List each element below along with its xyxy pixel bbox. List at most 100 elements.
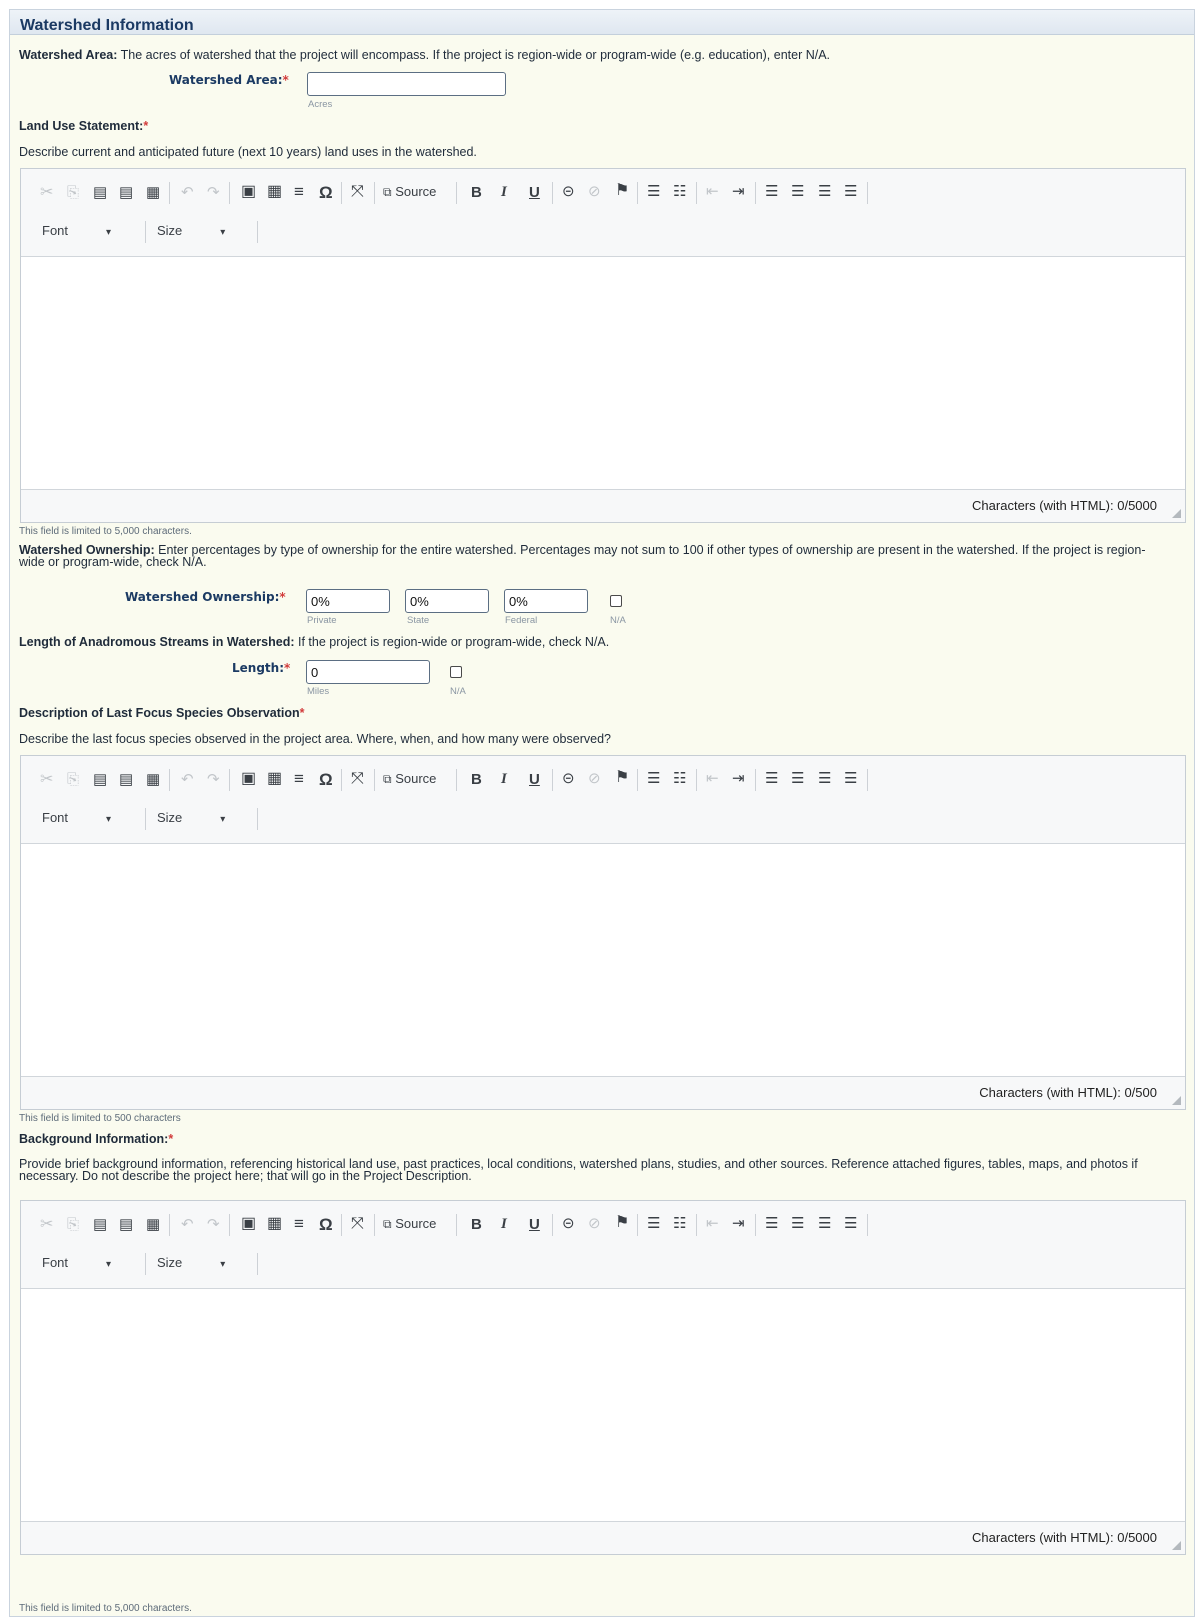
focus-species-title: Description of Last Focus Species Observ… bbox=[19, 706, 305, 720]
justify-icon[interactable]: ☰ bbox=[844, 1216, 857, 1231]
outdent-icon[interactable]: ⇤ bbox=[706, 184, 719, 199]
cut-icon[interactable]: ✂ bbox=[40, 185, 53, 201]
align-center-icon[interactable]: ☰ bbox=[791, 771, 804, 786]
underline-button[interactable]: U bbox=[529, 772, 540, 787]
stream-length-input[interactable] bbox=[306, 660, 430, 684]
bold-button[interactable]: B bbox=[471, 185, 482, 200]
source-button[interactable]: ⧉ Source bbox=[383, 185, 436, 198]
paste-text-icon[interactable]: ▤ bbox=[119, 772, 133, 787]
unlink-icon[interactable]: ⊘ bbox=[588, 184, 601, 199]
unlink-icon[interactable]: ⊘ bbox=[588, 1216, 601, 1231]
justify-icon[interactable]: ☰ bbox=[844, 184, 857, 199]
paste-word-icon[interactable]: ▦ bbox=[146, 772, 160, 787]
indent-icon[interactable]: ⇥ bbox=[732, 184, 745, 199]
redo-icon[interactable]: ↷ bbox=[207, 185, 220, 200]
source-button[interactable]: ⧉ Source bbox=[383, 1217, 436, 1230]
maximize-icon[interactable]: ⤧ bbox=[351, 771, 364, 787]
image-icon[interactable]: ▣ bbox=[241, 184, 256, 200]
special-char-icon[interactable]: Ω bbox=[319, 771, 333, 788]
image-icon[interactable]: ▣ bbox=[241, 771, 256, 787]
horizontal-rule-icon[interactable]: ≡ bbox=[294, 183, 304, 200]
align-right-icon[interactable]: ☰ bbox=[818, 1216, 831, 1231]
toolbar-separator bbox=[169, 1214, 170, 1236]
maximize-icon[interactable]: ⤧ bbox=[351, 184, 364, 200]
indent-icon[interactable]: ⇥ bbox=[732, 1216, 745, 1231]
cut-icon[interactable]: ✂ bbox=[40, 772, 53, 788]
table-icon[interactable]: ▦ bbox=[267, 1216, 282, 1232]
unlink-icon[interactable]: ⊘ bbox=[588, 771, 601, 786]
ownership-na-checkbox[interactable] bbox=[610, 595, 622, 607]
redo-icon[interactable]: ↷ bbox=[207, 772, 220, 787]
paste-icon[interactable]: ▤ bbox=[93, 772, 107, 787]
horizontal-rule-icon[interactable]: ≡ bbox=[294, 1215, 304, 1232]
federal-ownership-input[interactable] bbox=[504, 589, 588, 613]
special-char-icon[interactable]: Ω bbox=[319, 1216, 333, 1233]
copy-icon[interactable]: ⎘ bbox=[67, 185, 79, 200]
numbered-list-icon[interactable]: ☰ bbox=[647, 771, 660, 786]
bulleted-list-icon[interactable]: ☷ bbox=[673, 184, 686, 199]
anchor-icon[interactable]: ⚑ bbox=[615, 770, 629, 786]
size-dropdown[interactable]: Size ▾ bbox=[157, 811, 225, 825]
copy-icon[interactable]: ⎘ bbox=[67, 1217, 79, 1232]
outdent-icon[interactable]: ⇤ bbox=[706, 771, 719, 786]
bulleted-list-icon[interactable]: ☷ bbox=[673, 1216, 686, 1231]
maximize-icon[interactable]: ⤧ bbox=[351, 1216, 364, 1232]
link-icon[interactable]: ⊝ bbox=[562, 184, 575, 199]
align-right-icon[interactable]: ☰ bbox=[818, 771, 831, 786]
anchor-icon[interactable]: ⚑ bbox=[615, 1215, 629, 1231]
paste-word-icon[interactable]: ▦ bbox=[146, 1217, 160, 1232]
undo-icon[interactable]: ↶ bbox=[181, 1217, 194, 1232]
bulleted-list-icon[interactable]: ☷ bbox=[673, 771, 686, 786]
resize-handle-icon[interactable] bbox=[1172, 1541, 1181, 1550]
font-dropdown[interactable]: Font ▾ bbox=[42, 224, 111, 238]
watershed-area-input[interactable] bbox=[307, 72, 506, 96]
undo-icon[interactable]: ↶ bbox=[181, 772, 194, 787]
anchor-icon[interactable]: ⚑ bbox=[615, 183, 629, 199]
link-icon[interactable]: ⊝ bbox=[562, 1216, 575, 1231]
table-icon[interactable]: ▦ bbox=[267, 184, 282, 200]
required-marker: * bbox=[143, 119, 149, 133]
font-dropdown[interactable]: Font ▾ bbox=[42, 811, 111, 825]
copy-icon[interactable]: ⎘ bbox=[67, 772, 79, 787]
italic-button[interactable]: I bbox=[501, 1217, 507, 1232]
redo-icon[interactable]: ↷ bbox=[207, 1217, 220, 1232]
cut-icon[interactable]: ✂ bbox=[40, 1217, 53, 1233]
source-button[interactable]: ⧉ Source bbox=[383, 772, 436, 785]
undo-icon[interactable]: ↶ bbox=[181, 185, 194, 200]
underline-button[interactable]: U bbox=[529, 185, 540, 200]
link-icon[interactable]: ⊝ bbox=[562, 771, 575, 786]
font-dropdown[interactable]: Font ▾ bbox=[42, 1256, 111, 1270]
numbered-list-icon[interactable]: ☰ bbox=[647, 1216, 660, 1231]
paste-icon[interactable]: ▤ bbox=[93, 185, 107, 200]
resize-handle-icon[interactable] bbox=[1172, 1096, 1181, 1105]
outdent-icon[interactable]: ⇤ bbox=[706, 1216, 719, 1231]
italic-button[interactable]: I bbox=[501, 185, 507, 200]
italic-button[interactable]: I bbox=[501, 772, 507, 787]
align-center-icon[interactable]: ☰ bbox=[791, 1216, 804, 1231]
special-char-icon[interactable]: Ω bbox=[319, 184, 333, 201]
state-ownership-input[interactable] bbox=[405, 589, 489, 613]
paste-text-icon[interactable]: ▤ bbox=[119, 1217, 133, 1232]
paste-text-icon[interactable]: ▤ bbox=[119, 185, 133, 200]
justify-icon[interactable]: ☰ bbox=[844, 771, 857, 786]
paste-word-icon[interactable]: ▦ bbox=[146, 185, 160, 200]
indent-icon[interactable]: ⇥ bbox=[732, 771, 745, 786]
table-icon[interactable]: ▦ bbox=[267, 771, 282, 787]
bold-button[interactable]: B bbox=[471, 772, 482, 787]
align-right-icon[interactable]: ☰ bbox=[818, 184, 831, 199]
numbered-list-icon[interactable]: ☰ bbox=[647, 184, 660, 199]
underline-button[interactable]: U bbox=[529, 1217, 540, 1232]
align-left-icon[interactable]: ☰ bbox=[765, 1216, 778, 1231]
length-na-checkbox[interactable] bbox=[450, 666, 462, 678]
align-left-icon[interactable]: ☰ bbox=[765, 184, 778, 199]
private-ownership-input[interactable] bbox=[306, 589, 390, 613]
size-dropdown[interactable]: Size ▾ bbox=[157, 1256, 225, 1270]
image-icon[interactable]: ▣ bbox=[241, 1216, 256, 1232]
paste-icon[interactable]: ▤ bbox=[93, 1217, 107, 1232]
align-center-icon[interactable]: ☰ bbox=[791, 184, 804, 199]
align-left-icon[interactable]: ☰ bbox=[765, 771, 778, 786]
size-dropdown[interactable]: Size ▾ bbox=[157, 224, 225, 238]
resize-handle-icon[interactable] bbox=[1172, 509, 1181, 518]
bold-button[interactable]: B bbox=[471, 1217, 482, 1232]
horizontal-rule-icon[interactable]: ≡ bbox=[294, 770, 304, 787]
